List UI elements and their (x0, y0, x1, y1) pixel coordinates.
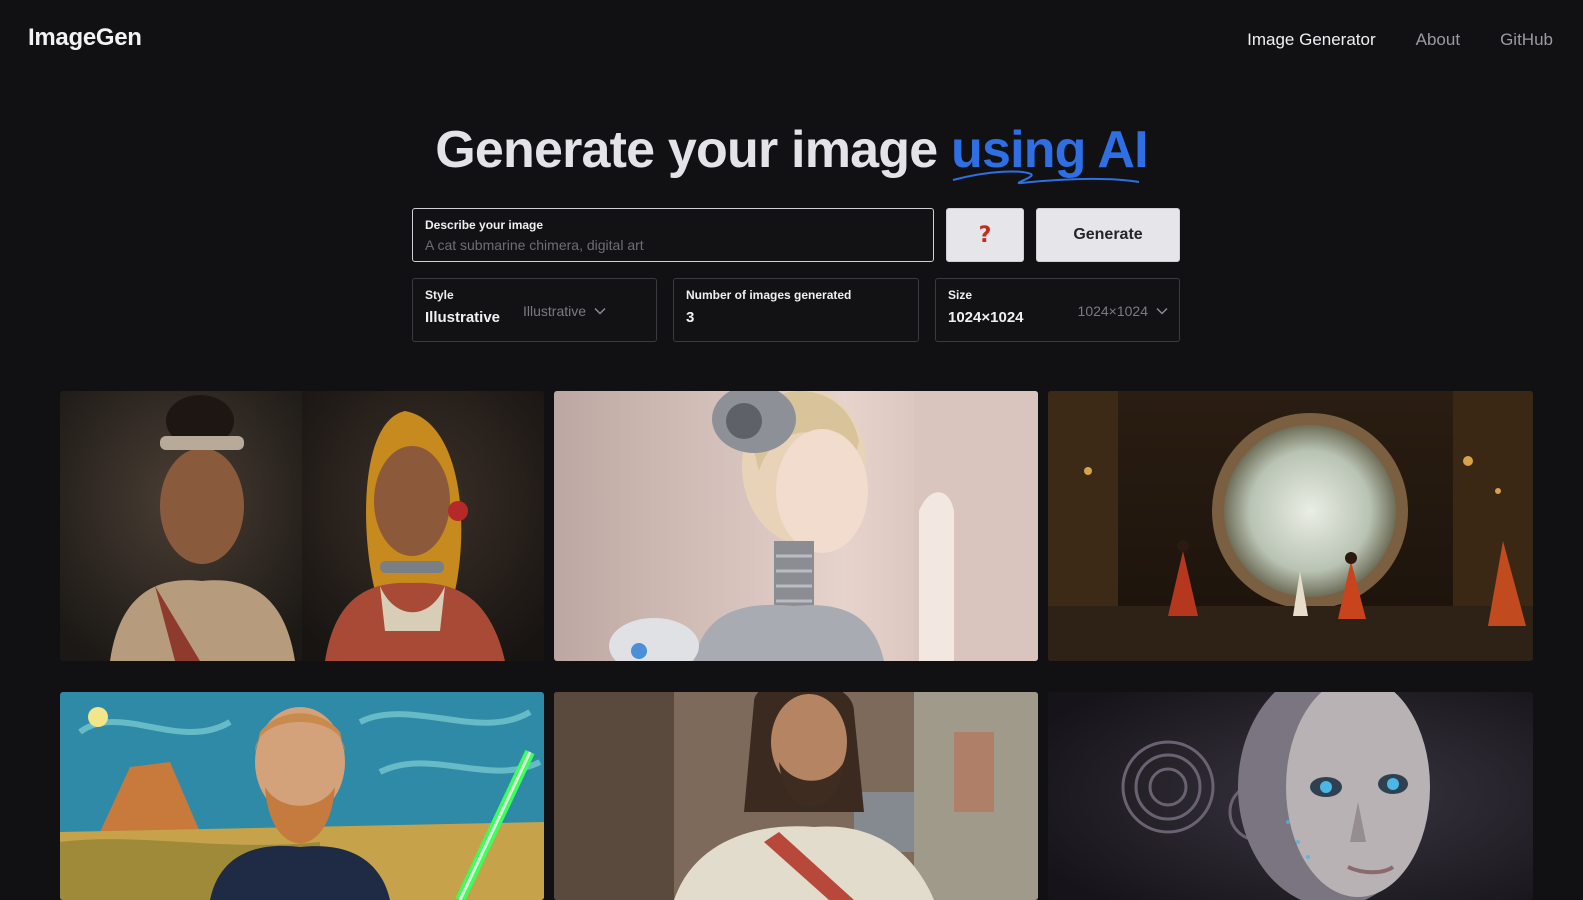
nav-github[interactable]: GitHub (1500, 30, 1553, 50)
style-value: Illustrative (425, 309, 501, 326)
hero-title: Generate your image using AI (0, 120, 1583, 185)
brand-logo[interactable]: ImageGen (28, 24, 142, 52)
style-select[interactable]: Style Illustrative Illustrative (412, 278, 657, 342)
image-gallery (60, 391, 1533, 900)
image-count-value[interactable]: 3 (686, 309, 694, 326)
prompt-field[interactable]: Describe your image (412, 208, 934, 262)
size-select[interactable]: Size 1024×1024 1024×1024 (935, 278, 1180, 342)
size-dropdown-value: 1024×1024 (1077, 303, 1148, 319)
gallery-image[interactable] (1048, 692, 1533, 900)
hero-title-main: Generate your image (435, 121, 938, 179)
gallery-image[interactable] (1048, 391, 1533, 661)
gallery-image[interactable] (554, 391, 1038, 661)
style-dropdown-value: Illustrative (523, 303, 587, 319)
top-bar: ImageGen Image Generator About GitHub (0, 0, 1583, 80)
cyborg-face-image (1048, 692, 1533, 900)
portrait-women-image (60, 391, 544, 661)
image-count-field[interactable]: Number of images generated 3 (673, 278, 919, 342)
image-count-label: Number of images generated (686, 288, 852, 302)
question-mark-icon: ? (978, 222, 992, 248)
bearded-man-painting-image (60, 692, 544, 900)
underline-swash (952, 170, 1140, 185)
help-button[interactable]: ? (946, 208, 1024, 262)
nav-about[interactable]: About (1416, 30, 1460, 50)
prompt-label: Describe your image (425, 218, 544, 232)
fantasy-portal-image (1048, 391, 1533, 661)
chevron-down-icon (1156, 307, 1168, 315)
nav-image-generator[interactable]: Image Generator (1247, 30, 1376, 50)
style-dropdown[interactable]: Illustrative (523, 303, 606, 319)
gallery-image[interactable] (60, 391, 544, 661)
size-value: 1024×1024 (948, 309, 1024, 326)
long-haired-man-painting-image (554, 692, 1038, 900)
generate-button-label: Generate (1073, 226, 1143, 243)
size-label: Size (948, 288, 973, 302)
hero-title-accent: using AI (951, 120, 1149, 185)
generate-button[interactable]: Generate (1036, 208, 1180, 262)
robot-woman-image (554, 391, 1038, 661)
prompt-input[interactable] (425, 235, 920, 255)
size-dropdown[interactable]: 1024×1024 (1078, 303, 1168, 319)
style-label: Style (425, 288, 454, 302)
gallery-image[interactable] (60, 692, 544, 900)
main-nav: Image Generator About GitHub (1247, 30, 1553, 50)
gallery-image[interactable] (554, 692, 1038, 900)
chevron-down-icon (594, 307, 606, 315)
